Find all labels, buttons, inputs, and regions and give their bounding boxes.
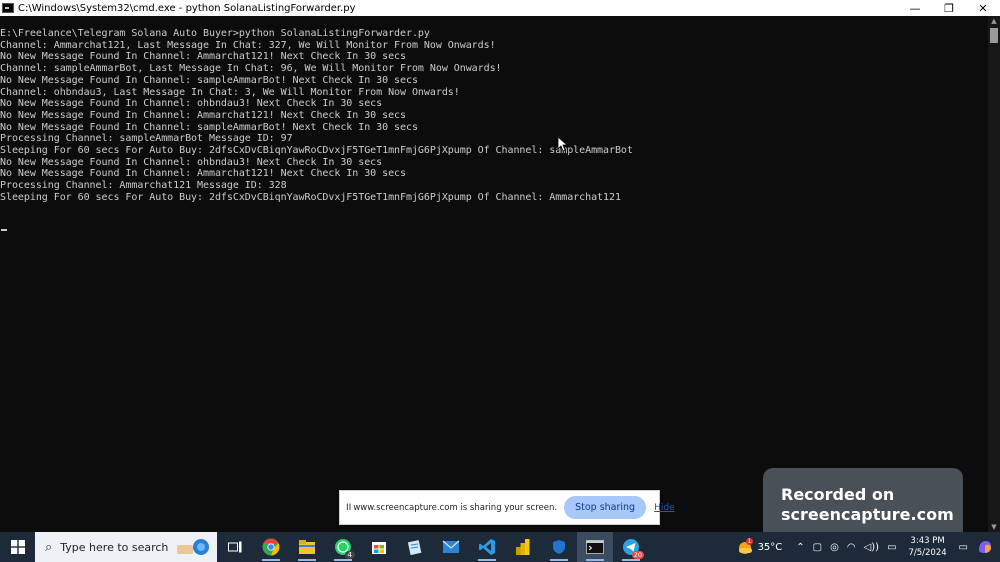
stop-sharing-button[interactable]: Stop sharing (564, 496, 647, 519)
taskbar: ⌕ Type here to search 4 20 1 35°C ⌃ ▢ ◎ … (0, 532, 1000, 562)
console-line: No New Message Found In Channel: ohbndau… (0, 156, 383, 168)
recorded-line2: screencapture.com (781, 505, 954, 524)
console-line: Channel: Ammarchat121, Last Message In C… (0, 39, 496, 51)
temperature: 35°C (757, 541, 783, 553)
taskbar-telegram[interactable]: 20 (613, 532, 649, 562)
mouse-pointer-icon (557, 136, 567, 152)
camera-icon[interactable]: ◎ (830, 542, 839, 553)
recorded-line1: Recorded on (781, 485, 895, 504)
console-line: E:\Freelance\Telegram Solana Auto Buyer>… (0, 28, 430, 39)
restore-button[interactable]: ❐ (932, 0, 966, 16)
pause-icon[interactable]: II (346, 503, 351, 513)
start-button[interactable] (0, 532, 35, 562)
console-output[interactable]: E:\Freelance\Telegram Solana Auto Buyer>… (0, 16, 988, 532)
battery-icon[interactable]: ▭ (887, 542, 896, 553)
mail-icon (442, 540, 460, 553)
volume-icon[interactable]: ◁)) (864, 542, 880, 553)
vscode-icon (479, 539, 495, 555)
console-line: Sleeping For 60 secs For Auto Buy: 2dfsC… (0, 191, 621, 203)
window-controls: — ❐ ✕ (898, 0, 1000, 16)
search-icon: ⌕ (45, 539, 53, 555)
share-message: www.screencapture.com is sharing your sc… (353, 502, 558, 513)
taskbar-vscode[interactable] (469, 532, 505, 562)
notepad-icon (407, 540, 422, 555)
search-placeholder: Type here to search (60, 540, 169, 554)
taskbar-search-box[interactable]: ⌕ Type here to search (35, 532, 217, 562)
window-titlebar[interactable]: C:\Windows\System32\cmd.exe - python Sol… (0, 0, 1000, 16)
folder-icon (299, 540, 315, 554)
telegram-badge: 20 (631, 551, 644, 559)
shield-icon (553, 540, 565, 554)
console-line: Sleeping For 60 secs For Auto Buy: 2dfsC… (0, 145, 633, 157)
console-line: No New Message Found In Channel: sampleA… (0, 121, 418, 133)
console-line: Processing Channel: sampleAmmarBot Messa… (0, 133, 293, 145)
scroll-up-arrow-icon[interactable]: ▲ (988, 16, 1000, 26)
chevron-up-icon[interactable]: ⌃ (796, 542, 804, 553)
recorded-watermark: Recorded on screencapture.com (763, 468, 963, 540)
task-view-button[interactable] (217, 532, 253, 562)
meet-now-icon[interactable]: ▢ (813, 542, 822, 553)
text-cursor (1, 229, 7, 231)
console-line: No New Message Found In Channel: Ammarch… (0, 51, 406, 63)
power-bi-icon (516, 539, 530, 555)
task-view-icon (228, 541, 242, 553)
cmd-app-icon (2, 3, 14, 13)
vertical-scrollbar[interactable]: ▲ ▼ (988, 16, 1000, 532)
taskbar-chrome[interactable] (253, 532, 289, 562)
console-line: No New Message Found In Channel: sampleA… (0, 74, 418, 86)
weather-widget[interactable]: 1 35°C (736, 538, 787, 555)
taskbar-terminal[interactable] (577, 532, 613, 562)
wifi-icon[interactable]: ◠ (847, 542, 856, 553)
taskbar-defender[interactable] (541, 532, 577, 562)
console-line: No New Message Found In Channel: Ammarch… (0, 109, 406, 121)
close-button[interactable]: ✕ (966, 0, 1000, 16)
chrome-icon (262, 538, 280, 556)
scroll-down-arrow-icon[interactable]: ▼ (988, 522, 1000, 532)
window-title: C:\Windows\System32\cmd.exe - python Sol… (18, 2, 356, 14)
store-icon (372, 542, 386, 554)
console-lines: E:\Freelance\Telegram Solana Auto Buyer>… (0, 28, 633, 204)
minimize-button[interactable]: — (898, 0, 932, 16)
taskbar-notepad[interactable] (397, 532, 433, 562)
console-line: Processing Channel: Ammarchat121 Message… (0, 180, 287, 192)
windows-logo-icon (10, 540, 25, 554)
taskbar-power-bi[interactable] (505, 532, 541, 562)
console-line: Channel: sampleAmmarBot, Last Message In… (0, 63, 502, 75)
screen-share-bar: II www.screencapture.com is sharing your… (339, 490, 675, 525)
clock-time: 3:43 PM (910, 536, 945, 546)
taskbar-mail[interactable] (433, 532, 469, 562)
console-line: Channel: ohbndau3, Last Message In Chat:… (0, 86, 460, 98)
search-highlight-icon (177, 539, 209, 555)
taskbar-file-explorer[interactable] (289, 532, 325, 562)
notification-icon[interactable]: ▭ (959, 542, 968, 553)
copilot-icon[interactable] (976, 538, 994, 556)
console-line: No New Message Found In Channel: ohbndau… (0, 98, 383, 110)
system-tray: 1 35°C ⌃ ▢ ◎ ◠ ◁)) ▭ 3:43 PM 7/5/2024 ▭ (736, 532, 1000, 562)
whatsapp-badge: 4 (344, 551, 355, 559)
console-line: No New Message Found In Channel: Ammarch… (0, 168, 406, 180)
scroll-thumb[interactable] (990, 28, 998, 43)
clock-date: 7/5/2024 (908, 548, 947, 558)
taskbar-whatsapp[interactable]: 4 (325, 532, 361, 562)
taskbar-store[interactable] (361, 532, 397, 562)
terminal-icon (586, 540, 604, 554)
taskbar-clock[interactable]: 3:43 PM 7/5/2024 (901, 535, 955, 559)
hide-link[interactable]: Hide (654, 503, 675, 513)
